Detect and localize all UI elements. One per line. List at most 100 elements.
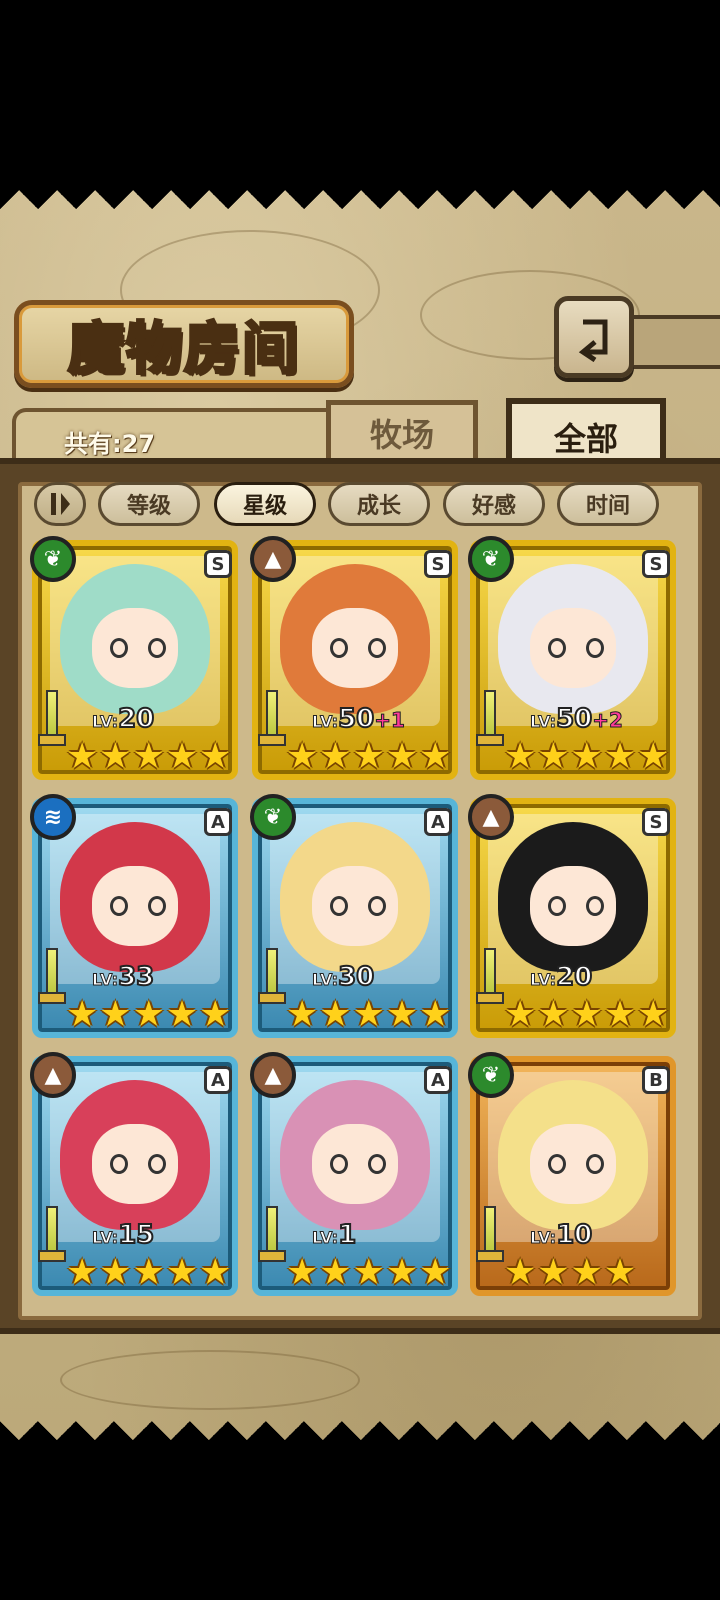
star-rating: ★ ★ ★ ★ ★	[286, 1254, 451, 1292]
level-prefix: LV:	[311, 1228, 339, 1248]
star-rating: ★ ★ ★ ★ ★	[504, 996, 669, 1034]
star-icon: ★	[286, 994, 319, 1035]
sword-icon	[258, 1206, 286, 1276]
star-icon: ★	[352, 994, 385, 1035]
star-icon: ★	[637, 736, 670, 777]
water-icon: ≋	[30, 794, 76, 840]
sort-star-button[interactable]: 星级	[214, 482, 316, 526]
monster-portrait	[488, 814, 658, 984]
level-value: 50	[337, 703, 375, 735]
star-rating: ★ ★ ★ ★ ★	[66, 738, 231, 776]
level-label: LV:33	[91, 961, 155, 993]
mountain-icon: ▲	[30, 1052, 76, 1098]
monster-card[interactable]: ❦ S LV:20 ★ ★ ★ ★ ★	[30, 536, 238, 780]
page-title-plate: 魔物房间	[14, 300, 354, 388]
star-icon: ★	[352, 736, 385, 777]
sword-icon	[476, 1206, 504, 1276]
portrait-eye	[330, 638, 348, 658]
level-bonus: +1	[374, 708, 406, 733]
level-label: LV:50+2	[529, 703, 623, 735]
monster-portrait	[270, 1072, 440, 1242]
monster-card[interactable]: ❦ B LV:10 ★ ★ ★ ★	[468, 1052, 676, 1296]
star-icon: ★	[99, 1252, 132, 1293]
portrait-eye	[368, 896, 386, 916]
sort-order-toggle[interactable]	[34, 482, 86, 526]
portrait-eye	[148, 1154, 166, 1174]
portrait-eye	[548, 638, 566, 658]
level-prefix: LV:	[311, 712, 339, 732]
portrait-eye	[148, 638, 166, 658]
star-rating: ★ ★ ★ ★ ★	[66, 1254, 231, 1292]
star-icon: ★	[319, 1252, 352, 1293]
star-icon: ★	[570, 736, 603, 777]
monster-card[interactable]: ≋ A LV:33 ★ ★ ★ ★ ★	[30, 794, 238, 1038]
star-icon: ★	[603, 1252, 637, 1293]
back-button[interactable]	[554, 296, 634, 378]
tab-pasture-label: 牧场	[369, 415, 434, 454]
portrait-eye	[368, 638, 386, 658]
monster-card[interactable]: ▲ S LV:20 ★ ★ ★ ★ ★	[468, 794, 676, 1038]
level-label: LV:20	[529, 961, 593, 993]
monster-card[interactable]: ❦ S LV:50+2 ★ ★ ★ ★ ★	[468, 536, 676, 780]
level-prefix: LV:	[91, 970, 119, 990]
monster-card[interactable]: ▲ S LV:50+1 ★ ★ ★ ★ ★	[250, 536, 458, 780]
sword-icon	[38, 1206, 66, 1276]
sword-icon	[476, 690, 504, 760]
sort-time-label: 时间	[585, 494, 630, 519]
rank-badge: S	[642, 808, 670, 836]
star-icon: ★	[319, 736, 352, 777]
star-icon: ★	[99, 994, 132, 1035]
monster-portrait	[50, 556, 220, 726]
star-icon: ★	[199, 736, 232, 777]
star-icon: ★	[504, 994, 537, 1035]
portrait-eye	[110, 896, 128, 916]
leaf-icon: ❦	[468, 536, 514, 582]
mountain-icon: ▲	[250, 1052, 296, 1098]
sword-icon	[258, 948, 286, 1018]
star-icon: ★	[99, 736, 132, 777]
leaf-icon: ❦	[30, 536, 76, 582]
portrait-eye	[110, 638, 128, 658]
star-icon: ★	[132, 736, 165, 777]
sort-level-label: 等级	[126, 494, 171, 519]
star-icon: ★	[504, 736, 537, 777]
level-prefix: LV:	[91, 1228, 119, 1248]
sort-growth-button[interactable]: 成长	[328, 482, 430, 526]
level-value: 20	[117, 703, 155, 735]
star-icon: ★	[199, 994, 232, 1035]
tab-pasture[interactable]: 牧场	[326, 400, 478, 460]
sort-time-button[interactable]: 时间	[557, 482, 659, 526]
star-icon: ★	[537, 994, 570, 1035]
sword-icon	[38, 690, 66, 760]
level-value: 50	[555, 703, 593, 735]
star-icon: ★	[385, 736, 419, 777]
portrait-eye	[330, 896, 348, 916]
star-icon: ★	[132, 994, 165, 1035]
star-icon: ★	[165, 736, 199, 777]
level-value: 20	[555, 961, 593, 993]
level-prefix: LV:	[529, 970, 557, 990]
leaf-icon: ❦	[250, 794, 296, 840]
monster-portrait	[488, 1072, 658, 1242]
level-prefix: LV:	[91, 712, 119, 732]
star-icon: ★	[603, 994, 637, 1035]
level-value: 10	[555, 1219, 593, 1251]
rank-badge: A	[204, 1066, 232, 1094]
sort-direction-icon	[51, 493, 70, 515]
sort-affection-button[interactable]: 好感	[443, 482, 545, 526]
star-rating: ★ ★ ★ ★	[504, 1254, 636, 1292]
star-icon: ★	[570, 1252, 603, 1293]
monster-card[interactable]: ▲ A LV:15 ★ ★ ★ ★ ★	[30, 1052, 238, 1296]
star-icon: ★	[537, 1252, 570, 1293]
sort-level-button[interactable]: 等级	[98, 482, 200, 526]
torn-edge-bottom	[0, 1402, 720, 1440]
monster-card[interactable]: ❦ A LV:30 ★ ★ ★ ★ ★	[250, 794, 458, 1038]
portrait-eye	[586, 1154, 604, 1174]
tab-all-label: 全部	[553, 420, 618, 458]
torn-edge-top	[0, 190, 720, 228]
portrait-eye	[110, 1154, 128, 1174]
star-icon: ★	[66, 1252, 99, 1293]
level-prefix: LV:	[529, 1228, 557, 1248]
rank-badge: A	[424, 1066, 452, 1094]
monster-card[interactable]: ▲ A LV:1 ★ ★ ★ ★ ★	[250, 1052, 458, 1296]
